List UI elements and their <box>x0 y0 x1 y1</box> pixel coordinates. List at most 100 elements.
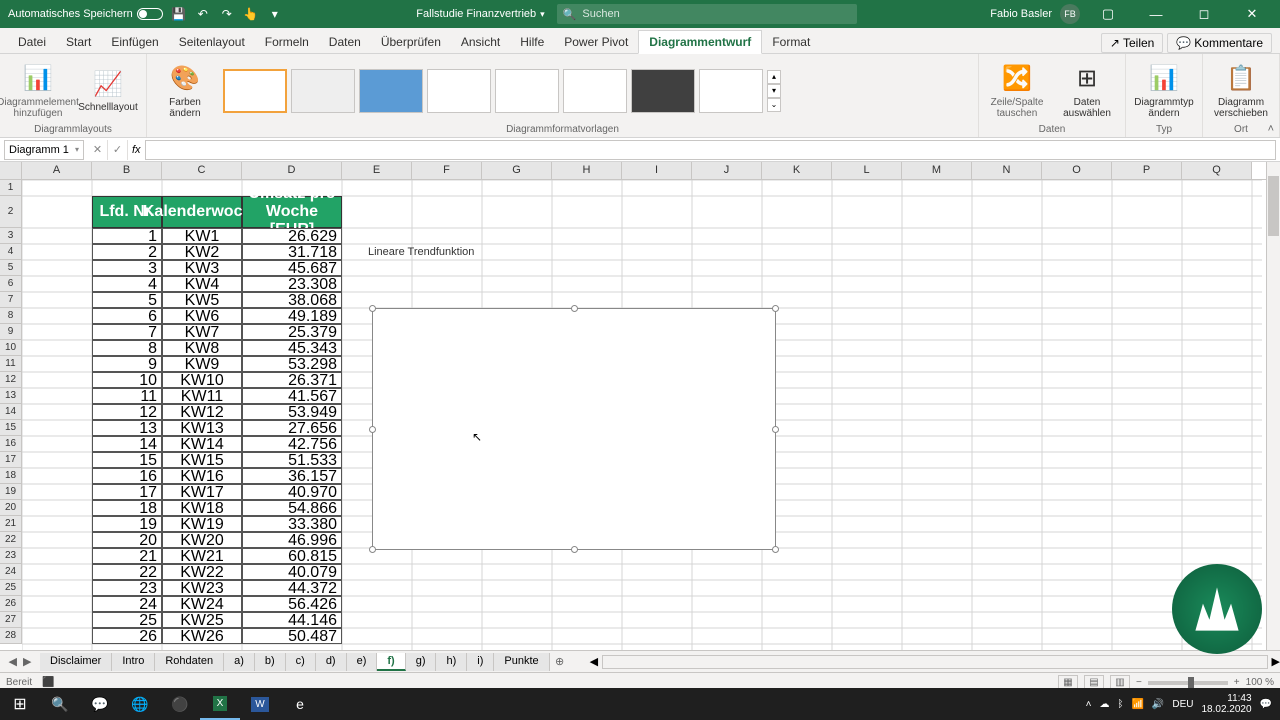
col-header[interactable]: C <box>162 162 242 179</box>
style-thumb-3[interactable] <box>359 69 423 113</box>
table-cell[interactable]: 22 <box>92 564 162 580</box>
sheet-tab[interactable]: e) <box>347 653 378 671</box>
col-header[interactable]: N <box>972 162 1042 179</box>
table-cell[interactable]: 44.146 <box>242 612 342 628</box>
table-cell[interactable]: KW6 <box>162 308 242 324</box>
col-header[interactable]: O <box>1042 162 1112 179</box>
taskbar-app-obs[interactable]: ⚫ <box>160 688 200 720</box>
row-header[interactable]: 16 <box>0 436 22 452</box>
col-header[interactable]: D <box>242 162 342 179</box>
select-all-corner[interactable] <box>0 162 22 179</box>
macro-record-icon[interactable]: ⬛ <box>42 677 54 688</box>
table-cell[interactable]: 56.426 <box>242 596 342 612</box>
redo-icon[interactable]: ↷ <box>219 6 235 22</box>
search-input[interactable]: 🔍 Suchen <box>557 4 857 24</box>
comments-button[interactable]: 💬 Kommentare <box>1167 33 1272 53</box>
row-header[interactable]: 3 <box>0 228 22 244</box>
col-header[interactable]: H <box>552 162 622 179</box>
table-cell[interactable]: KW2 <box>162 244 242 260</box>
row-header[interactable]: 15 <box>0 420 22 436</box>
table-cell[interactable]: 60.815 <box>242 548 342 564</box>
style-thumb-1[interactable] <box>223 69 287 113</box>
row-header[interactable]: 11 <box>0 356 22 372</box>
tab-diagrammentwurf[interactable]: Diagrammentwurf <box>638 30 762 54</box>
tray-onedrive-icon[interactable]: ☁ <box>1099 699 1109 710</box>
table-cell[interactable]: 31.718 <box>242 244 342 260</box>
user-avatar[interactable]: FB <box>1060 4 1080 24</box>
style-thumb-6[interactable] <box>563 69 627 113</box>
table-cell[interactable]: KW15 <box>162 452 242 468</box>
minimize-button[interactable]: — <box>1136 0 1176 28</box>
table-cell[interactable]: 44.372 <box>242 580 342 596</box>
cell-text[interactable]: Lineare Trendfunktion <box>368 246 474 258</box>
table-cell[interactable]: KW14 <box>162 436 242 452</box>
row-header[interactable]: 18 <box>0 468 22 484</box>
table-cell[interactable]: 51.533 <box>242 452 342 468</box>
table-cell[interactable]: 18 <box>92 500 162 516</box>
worksheet-grid[interactable]: ABCDEFGHIJKLMNOPQ 1234567891011121314151… <box>0 162 1280 650</box>
row-header[interactable]: 1 <box>0 180 22 196</box>
table-cell[interactable]: 9 <box>92 356 162 372</box>
table-cell[interactable]: 36.157 <box>242 468 342 484</box>
table-cell[interactable]: KW19 <box>162 516 242 532</box>
touch-mode-icon[interactable]: 👆 <box>243 6 259 22</box>
table-cell[interactable]: 17 <box>92 484 162 500</box>
table-cell[interactable]: 40.970 <box>242 484 342 500</box>
name-box[interactable]: Diagramm 1▾ <box>4 140 84 160</box>
share-button[interactable]: ↗ Teilen <box>1101 33 1163 53</box>
tab-datei[interactable]: Datei <box>8 31 56 53</box>
row-header[interactable]: 21 <box>0 516 22 532</box>
tab-start[interactable]: Start <box>56 31 101 53</box>
gallery-down-icon[interactable]: ▾ <box>767 84 781 98</box>
vertical-scrollbar[interactable] <box>1266 162 1280 650</box>
move-chart-button[interactable]: 📋 Diagramm verschieben <box>1209 63 1273 119</box>
row-header[interactable]: 19 <box>0 484 22 500</box>
table-cell[interactable]: 21 <box>92 548 162 564</box>
table-cell[interactable]: KW16 <box>162 468 242 484</box>
tab-ansicht[interactable]: Ansicht <box>451 31 510 53</box>
ribbon-mode-icon[interactable]: ▢ <box>1088 0 1128 28</box>
tray-clock[interactable]: 11:4318.02.2020 <box>1201 693 1251 715</box>
table-cell[interactable]: 45.687 <box>242 260 342 276</box>
sheet-tab[interactable]: h) <box>436 653 467 671</box>
table-cell[interactable]: 13 <box>92 420 162 436</box>
table-cell[interactable]: KW17 <box>162 484 242 500</box>
row-header[interactable]: 22 <box>0 532 22 548</box>
table-cell[interactable]: KW22 <box>162 564 242 580</box>
change-chart-type-button[interactable]: 📊 Diagrammtyp ändern <box>1132 63 1196 119</box>
table-cell[interactable]: KW7 <box>162 324 242 340</box>
add-sheet-button[interactable]: ⊕ <box>550 655 570 668</box>
table-cell[interactable]: 2 <box>92 244 162 260</box>
tray-language[interactable]: DEU <box>1172 699 1193 710</box>
change-colors-button[interactable]: 🎨 Farben ändern <box>153 63 217 119</box>
table-cell[interactable]: 42.756 <box>242 436 342 452</box>
tray-volume-icon[interactable]: 🔊 <box>1152 699 1164 710</box>
row-header[interactable]: 28 <box>0 628 22 644</box>
table-cell[interactable]: 49.189 <box>242 308 342 324</box>
row-header[interactable]: 17 <box>0 452 22 468</box>
row-header[interactable]: 6 <box>0 276 22 292</box>
add-chart-element-button[interactable]: 📊 Diagrammelement hinzufügen <box>6 63 70 119</box>
cancel-formula-icon[interactable]: ✕ <box>88 140 108 160</box>
table-cell[interactable]: 25.379 <box>242 324 342 340</box>
table-cell[interactable]: 26.371 <box>242 372 342 388</box>
gallery-up-icon[interactable]: ▴ <box>767 70 781 84</box>
table-cell[interactable]: 11 <box>92 388 162 404</box>
row-header[interactable]: 23 <box>0 548 22 564</box>
table-cell[interactable]: KW8 <box>162 340 242 356</box>
table-cell[interactable]: KW4 <box>162 276 242 292</box>
table-cell[interactable]: 53.298 <box>242 356 342 372</box>
tray-bluetooth-icon[interactable]: ᛒ <box>1117 699 1123 710</box>
accept-formula-icon[interactable]: ✓ <box>108 140 128 160</box>
sheet-tab[interactable]: Rohdaten <box>155 653 224 671</box>
col-header[interactable]: E <box>342 162 412 179</box>
tab-power pivot[interactable]: Power Pivot <box>554 31 638 53</box>
zoom-level[interactable]: 100 % <box>1246 677 1274 688</box>
table-cell[interactable]: 12 <box>92 404 162 420</box>
taskbar-app-chrome[interactable]: 🌐 <box>120 688 160 720</box>
table-cell[interactable]: 23.308 <box>242 276 342 292</box>
tab-hilfe[interactable]: Hilfe <box>510 31 554 53</box>
tab-format[interactable]: Format <box>762 31 820 53</box>
sheet-nav[interactable]: ◀▶ <box>0 655 40 668</box>
table-cell[interactable]: KW23 <box>162 580 242 596</box>
